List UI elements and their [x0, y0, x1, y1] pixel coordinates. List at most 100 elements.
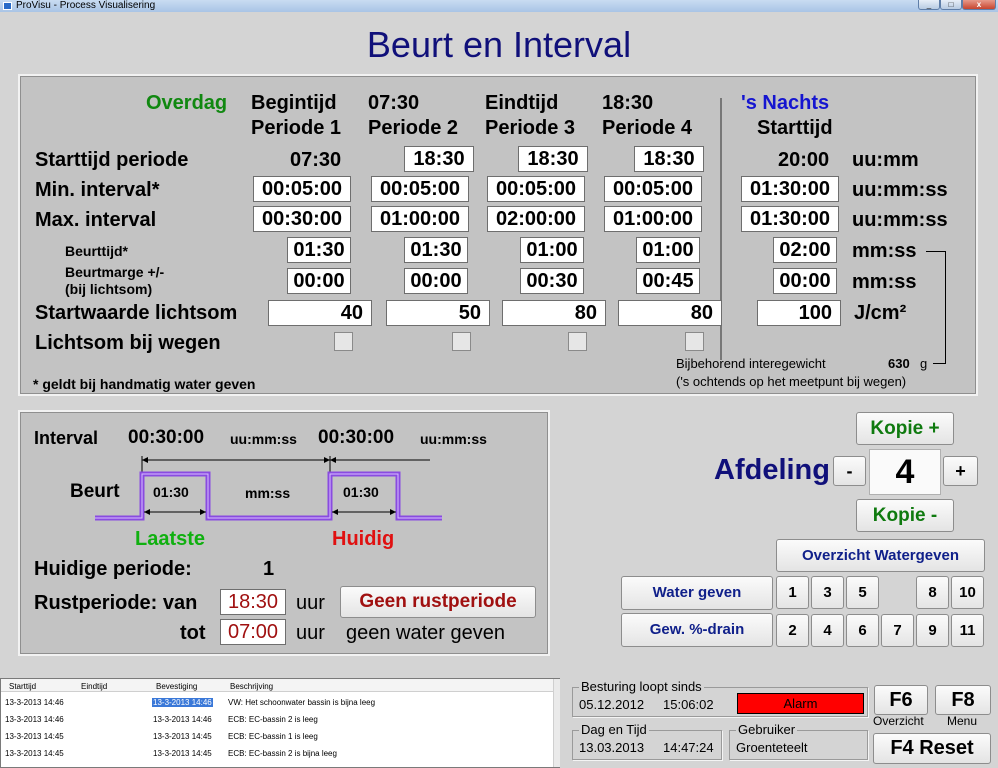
- period1-max-interval-input[interactable]: 00:30:00: [253, 206, 351, 232]
- kopie-min-button[interactable]: Kopie -: [856, 499, 954, 532]
- nachts-beurttijd-input[interactable]: 02:00: [773, 237, 837, 263]
- period1-wegen-checkbox[interactable]: [334, 332, 353, 351]
- afdeling-2-button[interactable]: 2: [776, 614, 809, 647]
- overdag-label: Overdag: [146, 92, 228, 114]
- rust-tot-input[interactable]: 07:00: [220, 619, 286, 645]
- period2-lichtsom-input[interactable]: 50: [386, 300, 490, 326]
- log-start: 13-3-2013 14:46: [5, 715, 64, 724]
- unit-beurttijd: mm:ss: [852, 240, 917, 262]
- interval-status-panel: Interval 00:30:00 uu:mm:ss 00:30:00 uu:m…: [18, 410, 550, 656]
- gew-drain-button[interactable]: Gew. %-drain: [621, 613, 773, 647]
- afdeling-6-button[interactable]: 6: [846, 614, 879, 647]
- f6-overzicht-button[interactable]: F6: [874, 685, 928, 715]
- afdeling-1-button[interactable]: 1: [776, 576, 809, 609]
- period4-min-interval-input[interactable]: 00:05:00: [604, 176, 702, 202]
- table-row[interactable]: 13-3-2013 14:45 13-3-2013 14:45 ECB: EC-…: [1, 729, 553, 745]
- log-start: 13-3-2013 14:45: [5, 749, 64, 758]
- period4-starttijd-input[interactable]: 18:30: [634, 146, 704, 172]
- period3-beurttijd-input[interactable]: 01:00: [520, 237, 584, 263]
- period4-beurtmarge-input[interactable]: 00:45: [636, 268, 700, 294]
- overzicht-watergeven-button[interactable]: Overzicht Watergeven: [776, 539, 985, 572]
- interval-current-value: 00:30:00: [318, 427, 395, 448]
- rust-van-unit: uur: [296, 592, 325, 614]
- nachts-beurtmarge-input[interactable]: 00:00: [773, 268, 837, 294]
- minimize-button[interactable]: _: [918, 0, 940, 10]
- period3-lichtsom-input[interactable]: 80: [502, 300, 606, 326]
- log-col-beschrijving[interactable]: Beschrijving: [230, 682, 273, 691]
- afdeling-plus-button[interactable]: +: [943, 456, 978, 486]
- close-button[interactable]: x: [962, 0, 996, 10]
- period4-header-line2: Periode 4: [602, 117, 693, 139]
- log-start: 13-3-2013 14:46: [5, 698, 64, 707]
- table-row[interactable]: 13-3-2013 14:46 13-3-2013 14:46 ECB: EC-…: [1, 712, 553, 728]
- period2-starttijd-input[interactable]: 18:30: [404, 146, 474, 172]
- f8-menu-button[interactable]: F8: [935, 685, 991, 715]
- period1-header-line1: Begintijd: [251, 92, 337, 114]
- ochtends-note: ('s ochtends op het meetpunt bij wegen): [676, 374, 907, 389]
- gebruiker-label: Gebruiker: [736, 722, 798, 737]
- period1-lichtsom-input[interactable]: 40: [268, 300, 372, 326]
- period1-beurtmarge-input[interactable]: 00:00: [287, 268, 351, 294]
- footnote: * geldt bij handmatig water geven: [33, 376, 256, 392]
- afdeling-minus-button[interactable]: -: [833, 456, 866, 486]
- table-row[interactable]: 13-3-2013 14:46 13-3-2013 14:46 VW: Het …: [1, 695, 553, 711]
- water-geven-button[interactable]: Water geven: [621, 576, 773, 610]
- period2-beurttijd-input[interactable]: 01:30: [404, 237, 468, 263]
- f4-reset-button[interactable]: F4 Reset: [873, 733, 991, 764]
- period4-lichtsom-input[interactable]: 80: [618, 300, 722, 326]
- beurt-last-value: 01:30: [153, 484, 189, 500]
- app-icon: [3, 2, 12, 10]
- afdeling-5-button[interactable]: 5: [846, 576, 879, 609]
- kopie-plus-button[interactable]: Kopie +: [856, 412, 954, 445]
- period3-starttijd-input[interactable]: 18:30: [518, 146, 588, 172]
- maximize-button[interactable]: □: [940, 0, 962, 10]
- afdeling-8-button[interactable]: 8: [916, 576, 949, 609]
- period2-beurtmarge-input[interactable]: 00:00: [404, 268, 468, 294]
- besturing-label: Besturing loopt sinds: [579, 679, 704, 694]
- period3-beurtmarge-input[interactable]: 00:30: [520, 268, 584, 294]
- afdeling-11-button[interactable]: 11: [951, 614, 984, 647]
- nachts-starttijd-label: Starttijd: [757, 117, 833, 139]
- period1-min-interval-input[interactable]: 00:05:00: [253, 176, 351, 202]
- table-row[interactable]: 13-3-2013 14:45 13-3-2013 14:45 ECB: EC-…: [1, 746, 553, 762]
- period3-header-line2: Periode 3: [485, 117, 576, 139]
- afdeling-3-button[interactable]: 3: [811, 576, 844, 609]
- period2-max-interval-input[interactable]: 01:00:00: [371, 206, 469, 232]
- gebruiker-group: Gebruiker Groenteteelt: [729, 722, 868, 760]
- afdeling-4-button[interactable]: 4: [811, 614, 844, 647]
- period3-max-interval-input[interactable]: 02:00:00: [487, 206, 585, 232]
- period2-wegen-checkbox[interactable]: [452, 332, 471, 351]
- log-col-eindtijd[interactable]: Eindtijd: [81, 682, 107, 691]
- nachts-label: 's Nachts: [741, 92, 830, 114]
- period4-beurttijd-input[interactable]: 01:00: [636, 237, 700, 263]
- nachts-max-interval-input[interactable]: 01:30:00: [741, 206, 839, 232]
- log-header: Starttijd Eindtijd Bevestiging Beschrijv…: [1, 679, 553, 692]
- interval-label: Interval: [34, 428, 99, 448]
- period-settings-panel: Overdag Begintijd Periode 1 07:30 Period…: [18, 74, 978, 396]
- period3-min-interval-input[interactable]: 00:05:00: [487, 176, 585, 202]
- rust-van-input[interactable]: 18:30: [220, 589, 286, 615]
- period3-wegen-checkbox[interactable]: [568, 332, 587, 351]
- log-col-starttijd[interactable]: Starttijd: [9, 682, 36, 691]
- period4-max-interval-input[interactable]: 01:00:00: [604, 206, 702, 232]
- afdeling-7-button[interactable]: 7: [881, 614, 914, 647]
- alarm-indicator[interactable]: Alarm: [737, 693, 864, 714]
- period1-beurttijd-input[interactable]: 01:30: [287, 237, 351, 263]
- row-label-lichtsom: Startwaarde lichtsom: [35, 302, 238, 324]
- log-bevestiging: 13-3-2013 14:45: [153, 749, 212, 758]
- dag-tijd-group: Dag en Tijd 13.03.2013 14:47:24: [572, 722, 722, 760]
- nachts-lichtsom-input[interactable]: 100: [757, 300, 841, 326]
- period2-min-interval-input[interactable]: 00:05:00: [371, 176, 469, 202]
- log-scrollbar[interactable]: [553, 679, 560, 767]
- alarm-log-table[interactable]: Starttijd Eindtijd Bevestiging Beschrijv…: [0, 678, 560, 768]
- geen-rustperiode-button[interactable]: Geen rustperiode: [340, 586, 536, 618]
- afdeling-10-button[interactable]: 10: [951, 576, 984, 609]
- row-label-beurtmarge-sub: (bij lichtsom): [65, 281, 153, 297]
- log-col-bevestiging[interactable]: Bevestiging: [156, 682, 197, 691]
- row-label-max-interval: Max. interval: [35, 209, 157, 231]
- row-label-beurtmarge: Beurtmarge +/-: [65, 264, 165, 280]
- window-titlebar: ProVisu - Process Visualisering _ □ x: [0, 0, 998, 12]
- period4-wegen-checkbox[interactable]: [685, 332, 704, 351]
- afdeling-9-button[interactable]: 9: [916, 614, 949, 647]
- nachts-min-interval-input[interactable]: 01:30:00: [741, 176, 839, 202]
